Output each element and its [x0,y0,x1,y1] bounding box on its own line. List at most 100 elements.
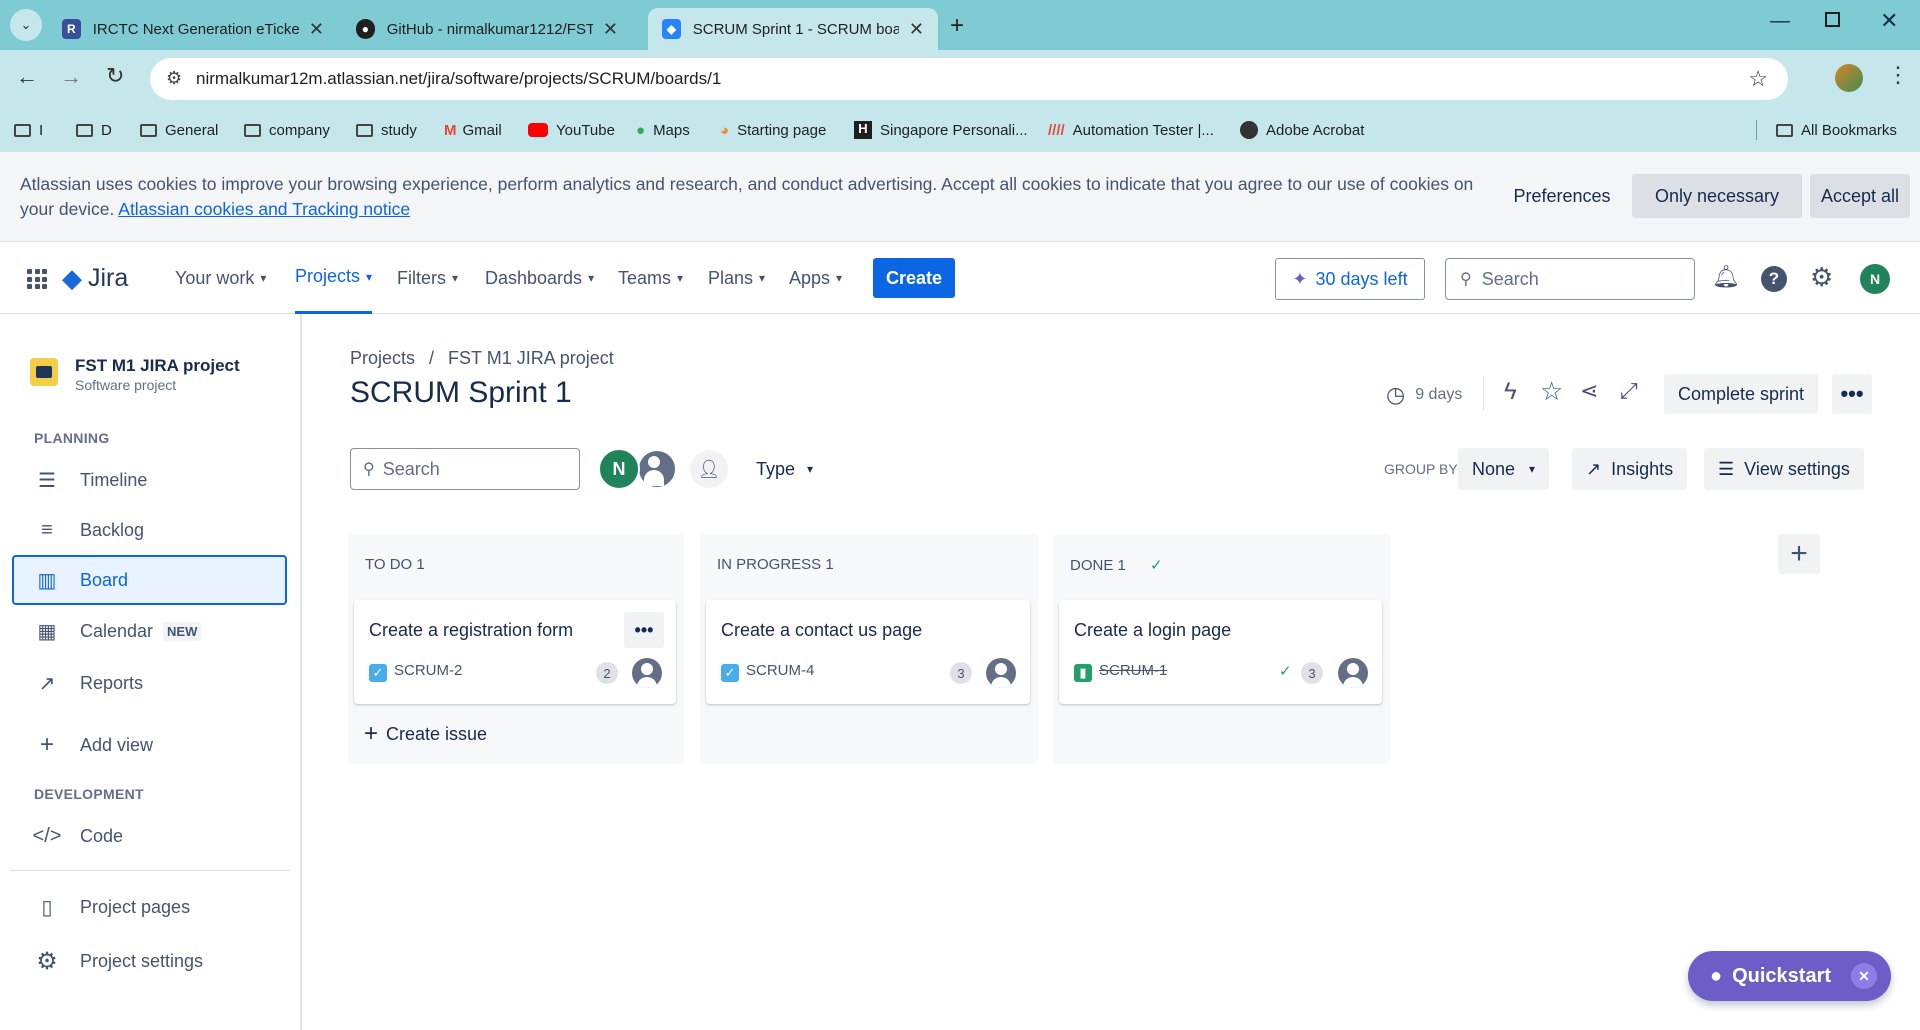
sprint-time-remaining[interactable]: ◷ 9 days [1386,382,1462,408]
browser-menu-icon[interactable]: ⋮ [1887,62,1909,88]
bookmark-adobe[interactable]: Adobe Acrobat [1240,108,1364,152]
bookmark-folder[interactable]: I [14,108,43,152]
browser-tab-jira[interactable]: ◆ SCRUM Sprint 1 - SCRUM board ✕ [648,8,938,50]
browser-tab-github[interactable]: ● GitHub - nirmalkumar1212/FST ✕ [342,8,632,50]
new-tab-icon[interactable]: + [950,12,964,40]
type-filter-dropdown[interactable]: Type ▾ [756,448,813,490]
add-column-icon[interactable]: + [1778,534,1820,574]
notifications-icon[interactable]: 🔔︎ [1712,264,1740,290]
nav-projects[interactable]: Projects ▾ [295,242,373,314]
star-icon[interactable]: ☆ [1540,376,1563,407]
more-actions-icon[interactable]: ••• [1832,374,1872,414]
bookmark-folder[interactable]: study [356,108,417,152]
sidebar-item-board[interactable]: ▥ Board [12,555,287,605]
close-icon[interactable]: ✕ [1851,963,1877,989]
issue-card[interactable]: Create a contact us page ✓ SCRUM-4 3 [706,600,1030,704]
help-icon[interactable]: ? [1761,266,1787,292]
profile-avatar-icon[interactable] [1835,64,1863,92]
reload-icon[interactable]: ↻ [106,63,124,89]
bookmark-youtube[interactable]: YouTube [528,108,615,152]
issue-key[interactable]: SCRUM-2 [394,662,462,679]
share-icon[interactable]: ⋖ [1580,378,1598,404]
assignee-avatar-icon[interactable] [632,658,662,688]
create-button[interactable]: Create [873,258,955,298]
bookmark-starting-page[interactable]: ◕ Starting page [720,108,826,152]
site-info-icon[interactable]: ⚙ [166,68,182,89]
sidebar-item-calendar[interactable]: ▦ Calendar NEW [12,606,287,656]
issue-card[interactable]: Create a login page ▮ SCRUM-1 ✓ 3 [1059,600,1382,704]
sidebar-item-project-settings[interactable]: ⚙ Project settings [12,936,287,986]
bookmark-gmail[interactable]: M Gmail [444,108,502,152]
breadcrumb-project[interactable]: FST M1 JIRA project [448,348,614,369]
add-people-icon[interactable]: 👤︎ [690,450,728,488]
close-window-icon[interactable]: ✕ [1880,8,1898,34]
url-text: nirmalkumar12m.atlassian.net/jira/softwa… [196,69,722,88]
minimize-icon[interactable]: — [1770,10,1790,33]
github-icon: ● [356,19,375,39]
automation-lightning-icon[interactable]: ϟ [1504,378,1517,406]
clock-icon: ◷ [1386,382,1406,407]
bookmark-folder[interactable]: company [244,108,330,152]
card-more-icon[interactable]: ••• [624,612,664,648]
add-view-button[interactable]: + Add view [12,720,287,770]
sidebar-item-project-pages[interactable]: ▯ Project pages [12,882,287,932]
issue-card[interactable]: Create a registration form ••• ✓ SCRUM-2… [354,600,676,704]
create-issue-button[interactable]: + Create issue [364,720,487,748]
unassigned-avatar-icon[interactable] [636,448,678,490]
user-filter-avatar[interactable]: N [598,448,640,490]
cookie-only-necessary-button[interactable]: Only necessary [1632,174,1802,218]
restore-icon[interactable] [1825,12,1840,27]
sidebar-item-reports[interactable]: ↗ Reports [12,658,287,708]
bookmark-star-icon[interactable]: ☆ [1748,66,1768,92]
browser-tab-irctc[interactable]: R IRCTC Next Generation eTicketing ✕ [48,8,338,50]
fullscreen-icon[interactable]: ⤢ [1620,378,1638,404]
settings-gear-icon[interactable]: ⚙ [1810,262,1833,293]
nav-your-work[interactable]: Your work ▾ [175,242,266,314]
tab-search-chevron-icon[interactable]: ⌄ [10,9,42,41]
jira-logo[interactable]: ◆ Jira [62,262,128,294]
assignee-avatar-icon[interactable] [986,658,1016,688]
nav-dashboards[interactable]: Dashboards ▾ [485,242,594,314]
breadcrumb-projects[interactable]: Projects [350,348,415,369]
forward-icon[interactable]: → [60,64,82,90]
nav-plans[interactable]: Plans ▾ [708,242,765,314]
address-bar[interactable]: ⚙ nirmalkumar12m.atlassian.net/jira/soft… [150,58,1788,100]
trial-button[interactable]: ✦ 30 days left [1275,258,1425,300]
cookie-banner: Atlassian uses cookies to improve your b… [0,152,1920,242]
global-search-input[interactable]: ⚲ Search [1445,258,1695,300]
close-tab-icon[interactable]: ✕ [603,19,618,40]
issue-key[interactable]: SCRUM-1 [1099,662,1167,679]
project-name[interactable]: FST M1 JIRA project [75,356,240,376]
bookmark-automation[interactable]: ////Automation Tester |... [1048,108,1214,152]
nav-apps[interactable]: Apps ▾ [789,242,842,314]
bookmark-folder[interactable]: General [140,108,218,152]
sidebar-item-backlog[interactable]: ≡ Backlog [12,505,287,555]
development-header: DEVELOPMENT [34,786,144,802]
bookmark-folder[interactable]: D [76,108,112,152]
cookie-preferences-button[interactable]: Preferences [1500,174,1624,218]
nav-filters[interactable]: Filters ▾ [397,242,458,314]
back-icon[interactable]: ← [16,64,38,90]
cookie-notice-link[interactable]: Atlassian cookies and Tracking notice [118,199,410,219]
close-tab-icon[interactable]: ✕ [909,19,924,40]
insights-button[interactable]: ↗ Insights [1572,448,1688,490]
all-bookmarks[interactable]: All Bookmarks [1776,108,1897,152]
complete-sprint-button[interactable]: Complete sprint [1664,374,1819,414]
jira-logo-icon: ◆ [62,262,82,293]
sidebar-item-timeline[interactable]: ☰ Timeline [12,455,287,505]
quickstart-button[interactable]: ● Quickstart ✕ [1688,951,1891,1001]
cookie-accept-all-button[interactable]: Accept all [1810,174,1910,218]
group-by-dropdown[interactable]: None ▾ [1458,448,1550,490]
app-switcher-icon[interactable] [27,269,47,289]
bookmark-singapore[interactable]: H Singapore Personali... [854,108,1028,152]
sidebar-item-code[interactable]: </> Code [12,811,287,861]
board-search-input[interactable]: ⚲ Search [350,448,580,490]
close-tab-icon[interactable]: ✕ [309,19,324,40]
nav-teams[interactable]: Teams ▾ [618,242,683,314]
issue-key[interactable]: SCRUM-4 [746,662,814,679]
story-points: 3 [950,662,972,684]
bookmark-maps[interactable]: ● Maps [636,108,690,152]
assignee-avatar-icon[interactable] [1338,658,1368,688]
view-settings-button[interactable]: ☰ View settings [1704,448,1864,490]
user-avatar[interactable]: N [1860,264,1890,294]
